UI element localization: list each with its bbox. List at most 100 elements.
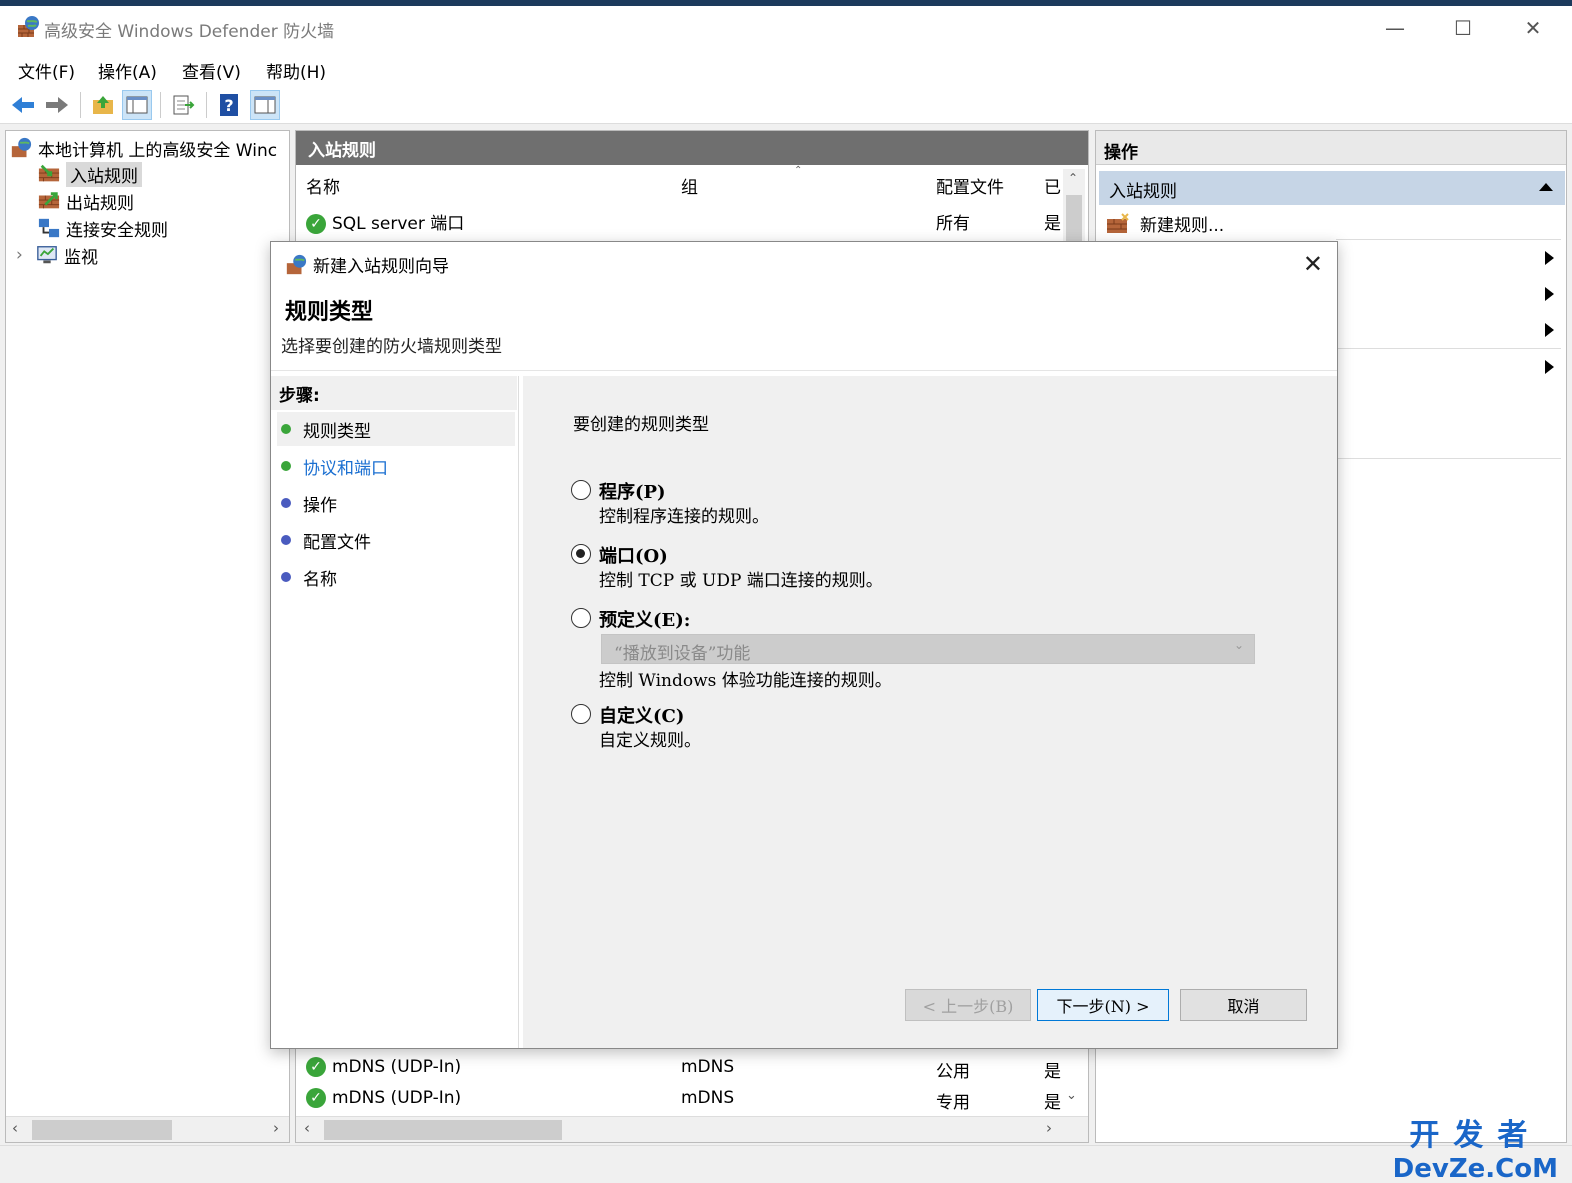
step-todo-dot-icon [281,535,291,545]
navigation-tree: 本地计算机 上的高级安全 Winc 入站规则 出站规则 连接安全规则 › 监视 … [5,130,290,1143]
tree-root[interactable]: 本地计算机 上的高级安全 Winc [10,135,277,161]
tree-item-outbound-rules[interactable]: 出站规则 [38,188,134,214]
option-desc: 控制 Windows 体验功能连接的规则。 [599,671,892,691]
tree-horizontal-scrollbar[interactable]: ‹ › [6,1116,289,1142]
radio-port[interactable] [571,544,591,564]
radio-predefined[interactable] [571,608,591,628]
tree-item-label: 出站规则 [66,193,134,214]
rule-name: mDNS (UDP-In) [332,1057,462,1077]
action-new-rule[interactable]: 新建规则... [1106,211,1224,236]
cancel-button[interactable]: 取消 [1180,989,1307,1021]
step-label: 名称 [303,569,337,590]
sort-arrow-icon: ⌃ [794,165,803,176]
next-button[interactable]: 下一步(N) > [1037,989,1169,1021]
collapse-arrow-icon[interactable] [1539,183,1553,191]
firewall-icon [18,16,39,37]
predefined-select[interactable]: “播放到设备”功能 ⌄ [601,634,1255,664]
actions-section-inbound[interactable]: 入站规则 [1099,171,1565,205]
tree-item-monitoring[interactable]: › 监视 [16,242,98,268]
center-horizontal-scrollbar[interactable]: ‹ › [296,1116,1088,1142]
firewall-icon [11,137,32,158]
column-group[interactable]: 组 [681,173,698,198]
close-button[interactable]: ✕ [1498,6,1568,50]
content-title: 要创建的规则类型 [573,415,709,435]
tree-item-label: 连接安全规则 [66,220,168,241]
menu-view[interactable]: 查看(V) [182,58,241,83]
expand-chevron-icon[interactable]: › [16,245,30,265]
wizard-steps: 步骤: 规则类型 协议和端口 操作 配置文件 名称 [271,376,519,1048]
svg-text:?: ? [224,96,233,115]
chevron-down-icon: ⌄ [1233,638,1244,652]
tree-item-label: 入站规则 [66,161,142,187]
up-folder-icon[interactable] [88,90,118,120]
actions-header: 操作 [1096,131,1566,165]
step-protocol-ports[interactable]: 协议和端口 [277,449,515,483]
minimize-button[interactable]: — [1360,6,1430,50]
monitoring-icon [37,246,57,264]
dialog-title: 新建入站规则向导 [313,257,449,277]
step-done-dot-icon [281,461,291,471]
help-icon[interactable]: ? [214,90,244,120]
connection-security-icon [38,218,60,238]
tree-root-label: 本地计算机 上的高级安全 Winc [38,140,278,161]
radio-program[interactable] [571,480,591,500]
rule-name: mDNS (UDP-In) [332,1088,462,1108]
show-hide-tree-icon[interactable] [122,90,152,120]
page-title: 规则类型 [285,299,374,325]
menu-help[interactable]: 帮助(H) [266,58,326,83]
step-profile: 配置文件 [277,523,515,557]
watermark: 开发者 DevZe.CoM [1393,1110,1558,1183]
enabled-check-icon: ✓ [306,1088,326,1108]
dialog-close-button[interactable]: ✕ [1303,250,1323,278]
option-desc: 控制 TCP 或 UDP 端口连接的规则。 [599,571,883,591]
firewall-icon [286,254,307,274]
dialog-title-bar: 新建入站规则向导 [285,252,449,277]
tree-item-inbound-rules[interactable]: 入站规则 [38,161,142,187]
show-hide-action-pane-icon[interactable] [250,90,280,120]
tree-item-connection-security-rules[interactable]: 连接安全规则 [38,215,168,241]
forward-arrow-icon[interactable] [42,90,72,120]
maximize-button[interactable]: ☐ [1428,6,1498,50]
rule-profile: 公用 [936,1062,970,1082]
option-label: 端口(O) [599,546,668,567]
submenu-arrow-icon[interactable] [1545,287,1554,301]
back-arrow-icon[interactable] [8,90,38,120]
action-label: 新建规则... [1140,216,1225,236]
column-name[interactable]: 名称 [306,173,340,198]
new-rule-icon [1107,212,1129,233]
option-label: 自定义(C) [599,706,685,727]
step-name: 名称 [277,560,515,594]
option-label: 程序(P) [599,482,666,503]
submenu-arrow-icon[interactable] [1545,360,1554,374]
menu-bar: 文件(F) 操作(A) 查看(V) 帮助(H) [0,50,1572,86]
table-row[interactable]: ✓ mDNS (UDP-In) mDNS 专用 是 ⌄ [304,1084,1077,1114]
rule-profile: 专用 [936,1093,970,1113]
tree-item-label: 监视 [64,247,98,268]
outbound-rules-icon [38,192,60,209]
submenu-arrow-icon[interactable] [1545,323,1554,337]
rule-enabled: 是 [1044,1093,1061,1113]
wizard-content: 要创建的规则类型 程序(P) 控制程序连接的规则。 端口(O) 控制 TCP 或… [523,376,1337,1048]
menu-file[interactable]: 文件(F) [18,58,75,83]
radio-custom[interactable] [571,704,591,724]
scroll-down-icon[interactable]: ⌄ [1066,1088,1077,1103]
toolbar: ? [0,86,1572,124]
column-profile[interactable]: 配置文件 [936,173,1004,198]
window-title: 高级安全 Windows Defender 防火墙 [44,22,335,42]
step-label: 协议和端口 [303,458,388,479]
title-bar: 高级安全 Windows Defender 防火墙 — ☐ ✕ [0,6,1572,50]
submenu-arrow-icon[interactable] [1545,251,1554,265]
back-button[interactable]: < 上一步(B) [905,989,1031,1021]
menu-action[interactable]: 操作(A) [98,58,157,83]
column-enabled[interactable]: 已 [1044,173,1061,198]
table-row[interactable]: ✓ SQL server 端口 所有 是 [304,205,1074,235]
step-label: 规则类型 [303,421,371,442]
rule-enabled: 是 [1044,214,1061,234]
export-list-icon[interactable] [168,90,198,120]
step-rule-type: 规则类型 [277,412,515,446]
enabled-check-icon: ✓ [306,214,326,234]
step-todo-dot-icon [281,498,291,508]
table-row[interactable]: ✓ mDNS (UDP-In) mDNS 公用 是 [304,1053,1074,1083]
new-inbound-rule-wizard: 新建入站规则向导 ✕ 规则类型 选择要创建的防火墙规则类型 步骤: 规则类型 协… [270,241,1338,1049]
rule-profile: 所有 [936,214,970,234]
